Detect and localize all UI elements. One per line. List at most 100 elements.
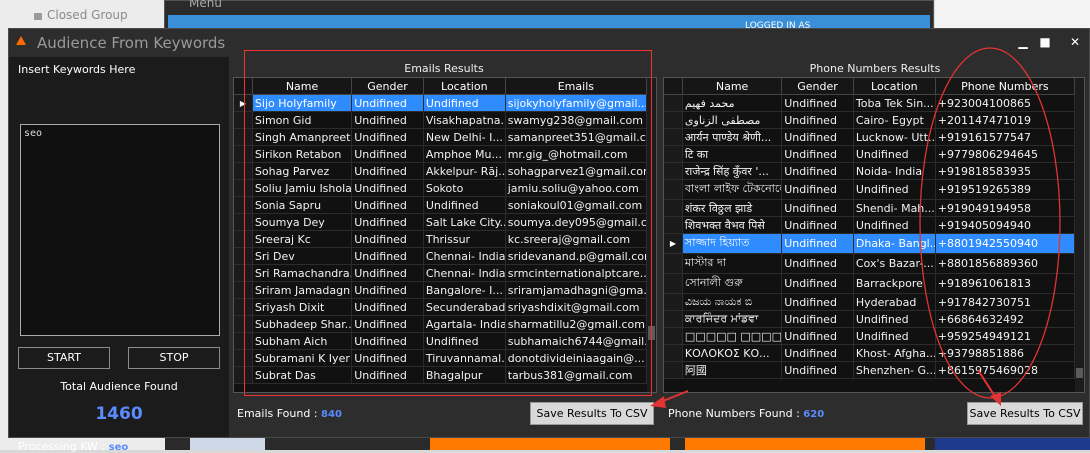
row-header[interactable]	[234, 111, 253, 129]
table-cell[interactable]: Undifined	[351, 196, 424, 214]
row-header[interactable]	[664, 111, 683, 129]
close-button[interactable]: ✕	[1065, 34, 1085, 50]
table-cell[interactable]: +923004100865	[935, 94, 1076, 112]
table-row[interactable]: Sri Ramachandra... Undifined Chennai- Indi…	[234, 264, 648, 282]
table-row[interactable]: शिवभक्त वैभव पिसे Undifined Undifined +9194…	[664, 216, 1076, 234]
table-cell[interactable]: Salt Lake City...	[423, 213, 506, 231]
row-header[interactable]	[234, 315, 253, 333]
table-cell[interactable]: Undifined	[423, 94, 506, 112]
table-cell[interactable]: Khost- Afgha...	[853, 344, 936, 362]
table-cell[interactable]: Undifined	[351, 366, 424, 384]
table-cell[interactable]: Barrackpore	[853, 273, 936, 294]
table-row[interactable]: Sriram Jamadagni Undifined Bangalore- I...…	[234, 281, 648, 299]
table-cell[interactable]: srmcinternationalptcare...	[505, 264, 648, 282]
table-row[interactable]: ਕਾਰਜਿੰਦਰ ਮਾਂਡਵਾ Undifined Undifined +668646…	[664, 310, 1076, 328]
table-cell[interactable]: +8615975469028	[935, 361, 1076, 379]
table-cell[interactable]: samanpreet351@gmail.c...	[505, 128, 648, 146]
column-header[interactable]: Gender	[351, 78, 424, 95]
table-cell[interactable]: □□□□□ □□□□	[682, 327, 783, 345]
table-cell[interactable]: Sokoto	[423, 179, 506, 197]
table-cell[interactable]: +8801942550940	[935, 233, 1076, 254]
row-header[interactable]	[664, 293, 683, 311]
row-header[interactable]	[234, 213, 253, 231]
table-row[interactable]: Subramani K Iyer Undifined Tiruvannamal...…	[234, 349, 648, 367]
table-cell[interactable]: Subham Aich	[252, 332, 353, 350]
table-cell[interactable]: Undifined	[351, 94, 424, 112]
table-row[interactable]: মাস্টার দা Undifined Cox's Bazar-... +88018…	[664, 253, 1076, 274]
table-cell[interactable]: +9779806294645	[935, 145, 1076, 163]
row-header[interactable]	[664, 344, 683, 362]
phone-table[interactable]: Name Gender Location Phone Numbers محمد فهي…	[663, 77, 1085, 393]
table-cell[interactable]: Sonia Sapru	[252, 196, 353, 214]
table-row[interactable]: Sirikon Retabon Undifined Amphoe Mu... mr.g…	[234, 145, 648, 163]
table-row[interactable]: Soliu Jamiu Ishola Undifined Sokoto jamiu.s…	[234, 179, 648, 197]
table-cell[interactable]: Undifined	[351, 264, 424, 282]
table-cell[interactable]: शिवभक्त वैभव पिसे	[682, 216, 783, 234]
table-cell[interactable]: Undifined	[351, 349, 424, 367]
table-row[interactable]: ವಿಜಯ ನಾಯಕ ಬಿ Undifined Hyderabad +917842730…	[664, 293, 1076, 311]
table-cell[interactable]: soumya.dey095@gmail.c...	[505, 213, 648, 231]
table-cell[interactable]: +959254949121	[935, 327, 1076, 345]
table-cell[interactable]: Sohag Parvez	[252, 162, 353, 180]
table-row[interactable]: Singh Amanpreet Undifined New Delhi- I... s…	[234, 128, 648, 146]
row-header[interactable]	[664, 273, 683, 294]
table-cell[interactable]: Visakhapatna...	[423, 111, 506, 129]
phone-scroll-thumb[interactable]	[1076, 368, 1083, 378]
table-cell[interactable]: Undifined	[781, 111, 854, 129]
start-button[interactable]: START	[18, 347, 110, 369]
table-cell[interactable]: Undifined	[351, 315, 424, 333]
table-row[interactable]: टि का Undifined Undifined +9779806294645	[664, 145, 1076, 163]
table-cell[interactable]: Undifined	[351, 145, 424, 163]
table-row[interactable]: ▶ Sijo Holyfamily Undifined Undifined sijoky…	[234, 94, 648, 112]
table-cell[interactable]: Undifined	[853, 310, 936, 328]
column-header[interactable]: Name	[252, 78, 353, 95]
row-header[interactable]	[234, 332, 253, 350]
table-cell[interactable]: Sreeraj Kc	[252, 230, 353, 248]
table-row[interactable]: محمد فهيم Undifined Toba Tek Sin... +923004…	[664, 94, 1076, 112]
table-cell[interactable]: Undifined	[781, 293, 854, 311]
table-cell[interactable]: Undifined	[781, 94, 854, 112]
row-header[interactable]	[664, 327, 683, 345]
table-cell[interactable]: Undifined	[781, 199, 854, 217]
row-header[interactable]	[664, 162, 683, 180]
table-cell[interactable]: jamiu.soliu@yahoo.com	[505, 179, 648, 197]
minimize-button[interactable]: ▁	[1013, 34, 1033, 50]
table-row[interactable]: ▶ সাজ্জাদ হিয়্যাত Undifined Dhaka- Bangl..…	[664, 233, 1076, 254]
table-cell[interactable]: বাংলা লাইফ টেকনোলো...	[682, 179, 783, 200]
table-cell[interactable]: Undifined	[853, 327, 936, 345]
row-header[interactable]	[234, 349, 253, 367]
table-cell[interactable]: Tiruvannamal...	[423, 349, 506, 367]
table-cell[interactable]: Chennai- India	[423, 247, 506, 265]
table-cell[interactable]: राजेन्द्र सिंह कुँवर '...	[682, 162, 783, 180]
table-cell[interactable]: Undifined	[781, 327, 854, 345]
row-pointer-icon[interactable]: ▶	[234, 94, 253, 112]
row-pointer-icon[interactable]: ▶	[664, 233, 683, 254]
table-row[interactable]: शंकर विठ्ठल झाडे Undifined Shendi- Mah... +…	[664, 199, 1076, 217]
table-cell[interactable]: Bhagalpur	[423, 366, 506, 384]
table-cell[interactable]: sridevanand.p@gmail.com	[505, 247, 648, 265]
table-cell[interactable]: आर्यन पाण्डेय श्रेणी...	[682, 128, 783, 146]
table-cell[interactable]: Subhadeep Shar...	[252, 315, 353, 333]
row-header[interactable]	[664, 145, 683, 163]
table-cell[interactable]: Undifined	[351, 128, 424, 146]
table-cell[interactable]: Undifined	[781, 145, 854, 163]
table-cell[interactable]: Bangalore- I...	[423, 281, 506, 299]
table-row[interactable]: Soumya Dey Undifined Salt Lake City... soum…	[234, 213, 648, 231]
table-cell[interactable]: टि का	[682, 145, 783, 163]
row-header[interactable]	[664, 179, 683, 200]
row-header[interactable]	[234, 281, 253, 299]
table-cell[interactable]: Undifined	[351, 332, 424, 350]
table-cell[interactable]: Sriyash Dixit	[252, 298, 353, 316]
row-header[interactable]	[664, 199, 683, 217]
save-emails-csv-button[interactable]: Save Results To CSV	[530, 402, 654, 425]
table-cell[interactable]: Cox's Bazar-...	[853, 253, 936, 274]
table-cell[interactable]: Sri Dev	[252, 247, 353, 265]
table-cell[interactable]: Undifined	[853, 145, 936, 163]
table-cell[interactable]: ΚΟΛΟΚΟΣ ΚΟ...	[682, 344, 783, 362]
table-cell[interactable]: Undifined	[351, 247, 424, 265]
table-cell[interactable]: +919405094940	[935, 216, 1076, 234]
row-header[interactable]	[664, 216, 683, 234]
table-cell[interactable]: Soliu Jamiu Ishola	[252, 179, 353, 197]
table-cell[interactable]: subhamaich6744@gmail...	[505, 332, 648, 350]
table-cell[interactable]: +918961061813	[935, 273, 1076, 294]
